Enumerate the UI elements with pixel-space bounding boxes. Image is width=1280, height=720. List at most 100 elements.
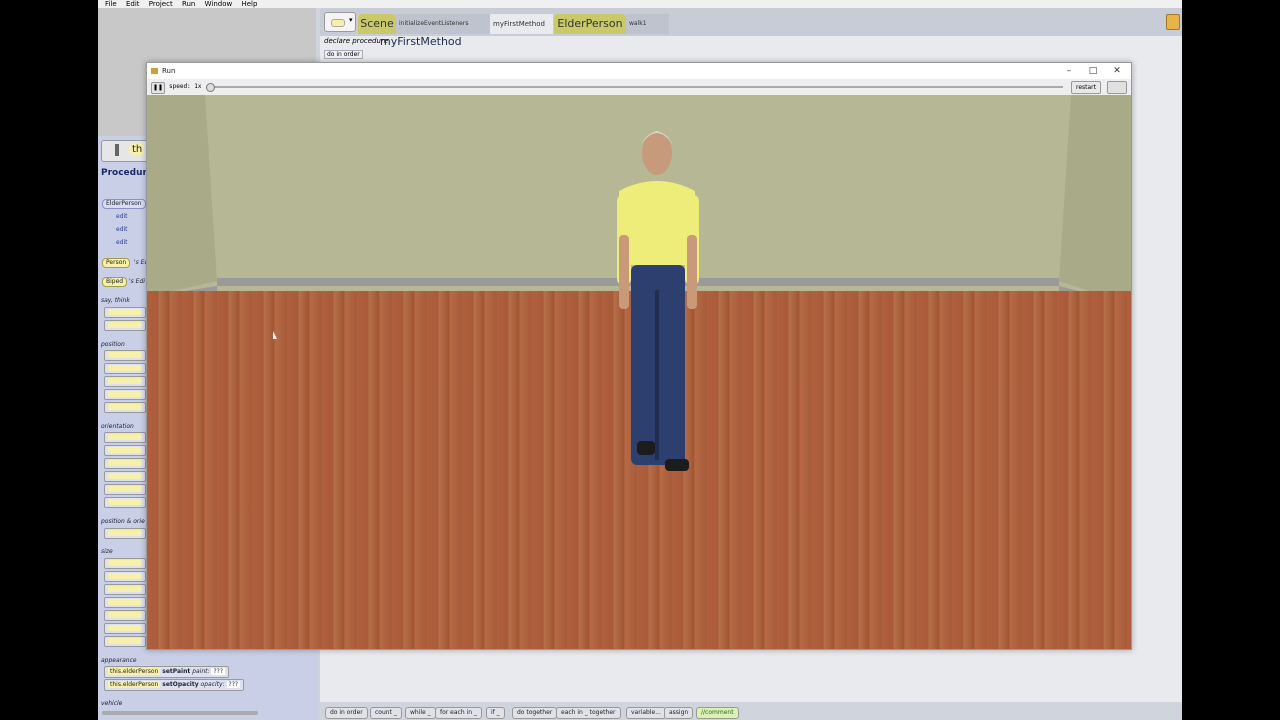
menu-bar: File Edit Project Run Window Help [98, 0, 1182, 8]
procedure-row[interactable] [104, 484, 146, 495]
menu-file[interactable]: File [105, 0, 117, 8]
procedure-row[interactable] [104, 636, 146, 647]
set-opacity-value[interactable]: ??? [226, 681, 241, 688]
pause-icon[interactable]: ❚❚ [151, 82, 165, 94]
menu-project[interactable]: Project [149, 0, 173, 8]
menu-run[interactable]: Run [182, 0, 195, 8]
set-opacity-target: this.elderPerson [108, 681, 161, 688]
left-arm [619, 235, 629, 309]
right-shoe [665, 459, 689, 471]
app-icon [151, 68, 158, 74]
control-variable[interactable]: variable... [626, 707, 666, 719]
category-position-orientation: position & orie [101, 518, 145, 525]
procedure-row[interactable] [104, 558, 146, 569]
run-title: Run [162, 67, 176, 75]
mouse-cursor-icon [273, 331, 277, 339]
category-orientation: orientation [101, 423, 134, 430]
procedure-row[interactable] [104, 376, 146, 387]
procedure-row[interactable] [104, 610, 146, 621]
tab-walk1[interactable]: walk1 [626, 14, 669, 34]
menu-window[interactable]: Window [205, 0, 233, 8]
control-do-together[interactable]: do together [512, 707, 558, 719]
procedure-row[interactable] [104, 458, 146, 469]
tab-my-first-method[interactable]: myFirstMethod [490, 14, 553, 34]
method-name: myFirstMethod [380, 35, 462, 48]
maximize-icon[interactable]: □ [1081, 63, 1105, 79]
category-say-think: say, think [101, 297, 130, 304]
speed-slider-thumb[interactable] [206, 83, 215, 92]
speed-slider-track[interactable] [209, 86, 1063, 88]
control-each-in-together[interactable]: each in _ together [556, 707, 621, 719]
procedure-row[interactable] [104, 584, 146, 595]
declare-label: declare procedure [324, 37, 389, 45]
procedure-row[interactable] [104, 350, 146, 361]
3d-scene [147, 95, 1131, 649]
procedure-row[interactable] [104, 389, 146, 400]
do-in-order-block[interactable]: do in order [324, 50, 363, 59]
set-opacity-row[interactable]: this.elderPerson setOpacity opacity: ??? [104, 679, 245, 691]
close-icon[interactable]: ✕ [1105, 63, 1129, 79]
instance-selector[interactable]: th [101, 140, 149, 162]
run-window: Run – □ ✕ ❚❚ speed: 1x restart [146, 62, 1132, 650]
procedure-row[interactable] [104, 471, 146, 482]
menu-edit[interactable]: Edit [126, 0, 140, 8]
clipboard-icon[interactable] [1166, 14, 1180, 30]
set-paint-value[interactable]: ??? [211, 668, 226, 675]
restart-button[interactable]: restart [1071, 81, 1102, 94]
procedure-row[interactable] [104, 363, 146, 374]
person-icon [115, 144, 119, 156]
set-paint-row[interactable]: this.elderPerson setPaint paint: ??? [104, 666, 230, 678]
edit-link-2[interactable]: edit [116, 226, 128, 233]
leg-gap [655, 290, 659, 460]
set-paint-method: setPaint [162, 668, 191, 675]
control-if[interactable]: if _ [486, 707, 505, 719]
procedure-row[interactable] [104, 307, 146, 318]
control-palette: do in order count _ while _ for each in … [320, 702, 1182, 720]
category-size: size [101, 548, 113, 555]
control-assign[interactable]: assign [664, 707, 694, 719]
menu-help[interactable]: Help [241, 0, 257, 8]
control-comment[interactable]: //comment [696, 707, 739, 719]
person-chip: Person [102, 258, 131, 268]
control-do-in-order[interactable]: do in order [325, 707, 368, 719]
edit-link-3[interactable]: edit [116, 239, 128, 246]
edit-link-1[interactable]: edit [116, 213, 128, 220]
minimize-icon[interactable]: – [1057, 63, 1081, 79]
category-position: position [101, 341, 125, 348]
tab-scene[interactable]: Scene [358, 14, 396, 34]
procedure-row[interactable] [104, 571, 146, 582]
biped-suffix: 's Edi [129, 278, 145, 285]
class-menu-button[interactable]: ▾ [324, 12, 356, 32]
procedure-row[interactable] [104, 528, 146, 539]
category-vehicle: vehicle [101, 700, 123, 707]
procedure-row[interactable] [104, 623, 146, 634]
procedure-row[interactable] [104, 402, 146, 413]
class-icon [331, 19, 345, 27]
tab-elder-person[interactable]: ElderPerson [554, 14, 626, 34]
procedure-row[interactable] [104, 432, 146, 443]
dropdown-arrow-icon: ▾ [349, 16, 353, 24]
set-paint-target: this.elderPerson [108, 668, 161, 675]
panel-scrollbar[interactable] [102, 711, 258, 715]
procedure-row[interactable] [104, 497, 146, 508]
left-shoe [637, 441, 655, 455]
procedure-row[interactable] [104, 597, 146, 608]
tab-initialize-event-listeners[interactable]: initializeEventListeners [396, 14, 493, 34]
right-arm [687, 235, 697, 309]
run-titlebar[interactable]: Run – □ ✕ [147, 63, 1131, 79]
set-opacity-param: opacity: [200, 681, 225, 688]
biped-chip: Biped [102, 277, 128, 287]
set-paint-param: paint: [192, 668, 210, 675]
set-opacity-method: setOpacity [162, 681, 199, 688]
editor-tabs: ▾ Scene initializeEventListeners myFirst… [320, 8, 1182, 36]
elder-person-model [617, 131, 699, 471]
camera-icon[interactable] [1107, 81, 1127, 94]
control-while[interactable]: while _ [405, 707, 436, 719]
control-count[interactable]: count _ [370, 707, 402, 719]
procedure-row[interactable] [104, 320, 146, 331]
procedure-row[interactable] [104, 445, 146, 456]
control-for-each[interactable]: for each in _ [435, 707, 482, 719]
category-appearance: appearance [101, 657, 137, 664]
run-toolbar: ❚❚ speed: 1x restart [147, 79, 1131, 95]
speed-label: speed: 1x [169, 83, 202, 90]
